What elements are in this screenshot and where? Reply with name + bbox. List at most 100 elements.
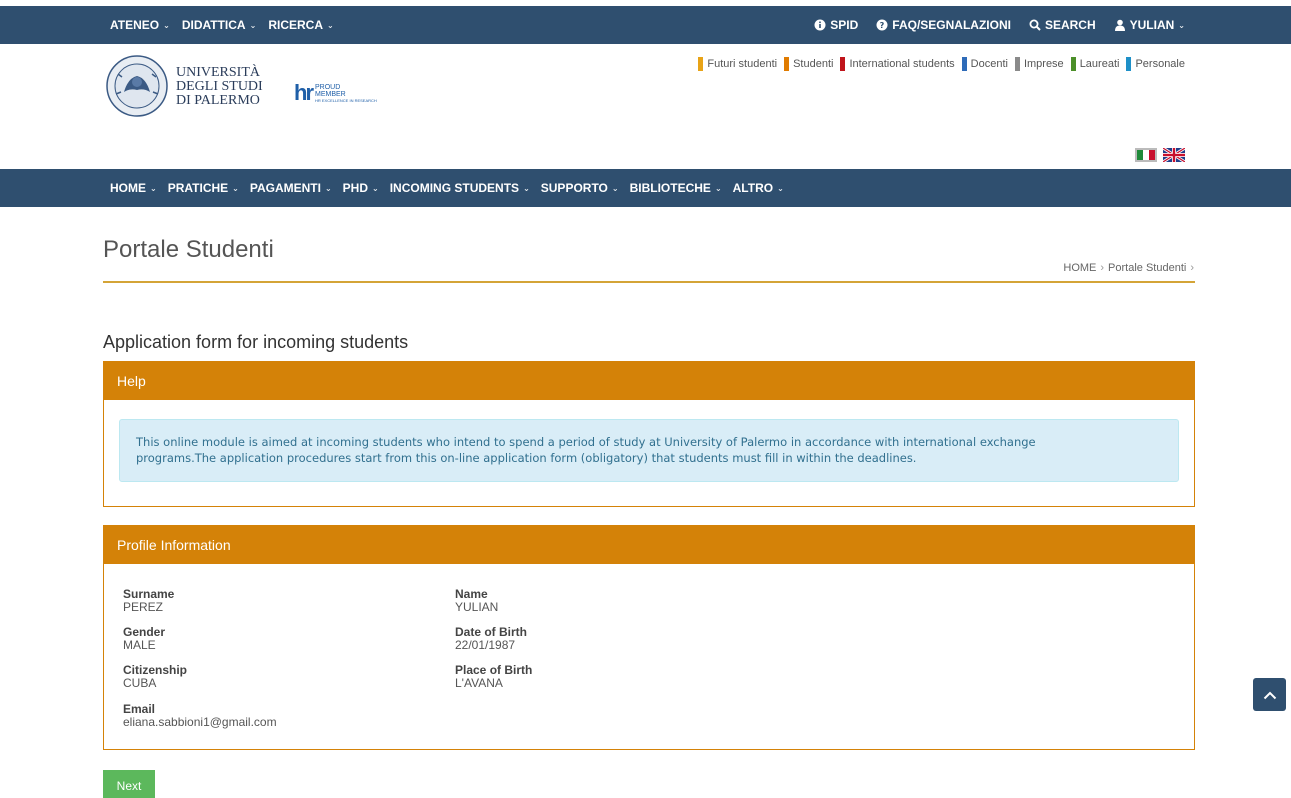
english-flag-icon[interactable] <box>1163 148 1185 162</box>
spid-link[interactable]: SPID <box>814 18 858 32</box>
nav-pagamenti-label: PAGAMENTI <box>249 181 321 195</box>
menu-ricerca[interactable]: RICERCA ⌄ <box>268 18 333 32</box>
audience-link-imprese[interactable]: Imprese <box>1014 57 1064 71</box>
university-name[interactable]: UNIVERSITÀ DEGLI STUDI DI PALERMO <box>176 66 263 108</box>
spid-label: SPID <box>830 18 859 32</box>
audience-label: Studenti <box>793 58 834 70</box>
audience-color-bar <box>1070 57 1076 71</box>
nav-incoming-students[interactable]: INCOMING STUDENTS ⌄ <box>390 181 530 195</box>
name-value: YULIAN <box>455 600 499 614</box>
citizenship-value: CUBA <box>123 676 157 690</box>
user-icon <box>1114 19 1125 31</box>
citizenship-field: Citizenship CUBA <box>123 664 187 690</box>
email-value: eliana.sabbioni1@gmail.com <box>123 715 277 729</box>
profile-panel: Profile Information Surname PEREZ Name Y… <box>103 525 1195 750</box>
chevron-down-icon: ⌄ <box>324 183 332 193</box>
audience-link-docenti[interactable]: Docenti <box>961 57 1008 71</box>
menu-didattica-label: DIDATTICA <box>181 18 246 32</box>
audience-label: Futuri studenti <box>707 58 778 70</box>
nav-phd[interactable]: PHD ⌄ <box>343 181 379 195</box>
faq-label: FAQ/SEGNALAZIONI <box>892 18 1011 32</box>
nav-altro-label: ALTRO <box>732 181 774 195</box>
italian-flag-icon[interactable] <box>1135 148 1157 162</box>
chevron-down-icon: ⌄ <box>777 183 784 193</box>
user-menu[interactable]: YULIAN ⌄ <box>1114 18 1185 32</box>
audience-color-bar <box>698 57 704 71</box>
audience-label: Personale <box>1135 58 1185 70</box>
nav-altro[interactable]: ALTRO ⌄ <box>733 181 784 195</box>
nav-incoming-students-label: INCOMING STUDENTS <box>389 181 520 195</box>
svg-text:?: ? <box>880 21 885 30</box>
main-navigation: HOME ⌄ PRATICHE ⌄ PAGAMENTI ⌄ PHD ⌄ INCOMING… <box>0 169 1291 207</box>
hr-logo-line1: PROUD <box>315 83 341 91</box>
nav-phd-label: PHD <box>342 181 369 195</box>
breadcrumb-current: Portale Studenti <box>1108 262 1187 274</box>
surname-field: Surname PEREZ <box>123 588 174 614</box>
nav-biblioteche[interactable]: BIBLIOTECHE ⌄ <box>630 181 722 195</box>
nav-pagamenti[interactable]: PAGAMENTI ⌄ <box>250 181 332 195</box>
nav-home[interactable]: HOME ⌄ <box>110 181 157 195</box>
language-switcher <box>1135 148 1185 162</box>
audience-link-personale[interactable]: Personale <box>1126 57 1185 71</box>
audience-color-bar <box>961 57 967 71</box>
chevron-down-icon: ⌄ <box>372 183 379 193</box>
chevron-down-icon: ⌄ <box>326 20 334 30</box>
audience-link-futuri-studenti[interactable]: Futuri studenti <box>698 57 777 71</box>
audience-label: International students <box>849 58 955 70</box>
audience-link-studenti[interactable]: Studenti <box>784 57 833 71</box>
chevron-down-icon: ⌄ <box>249 20 257 30</box>
info-circle-icon <box>814 19 826 31</box>
audience-color-bar <box>784 57 790 71</box>
scroll-to-top-button[interactable] <box>1253 678 1286 711</box>
help-text-line2: programs.The application procedures star… <box>136 451 917 465</box>
audience-color-bar <box>1014 57 1020 71</box>
nav-pratiche[interactable]: PRATICHE ⌄ <box>168 181 239 195</box>
menu-ateneo[interactable]: ATENEO ⌄ <box>110 18 170 32</box>
menu-ricerca-label: RICERCA <box>268 18 323 32</box>
surname-value: PEREZ <box>123 600 164 614</box>
gender-value: MALE <box>123 638 156 652</box>
university-name-line2: DEGLI STUDI <box>176 79 263 94</box>
next-button[interactable]: Next <box>103 770 155 798</box>
audience-label: Docenti <box>970 58 1008 70</box>
search-icon <box>1029 19 1041 31</box>
breadcrumb-separator-icon: › <box>1100 262 1105 274</box>
site-header: UNIVERSITÀ DEGLI STUDI DI PALERMO hr PRO… <box>0 44 1291 169</box>
nav-home-label: HOME <box>110 181 146 195</box>
top-menu: ATENEO ⌄ DIDATTICA ⌄ RICERCA ⌄ <box>110 6 334 44</box>
name-field: Name YULIAN <box>455 588 498 614</box>
search-label: SEARCH <box>1044 18 1096 32</box>
hr-logo-subtitle: HR EXCELLENCE IN RESEARCH <box>315 97 377 103</box>
date-of-birth-field: Date of Birth 22/01/1987 <box>455 626 527 652</box>
hr-excellence-logo[interactable]: hr PROUD MEMBER HR EXCELLENCE IN RESEARC… <box>294 82 377 104</box>
help-info-alert: This online module is aimed at incoming … <box>119 419 1179 482</box>
chevron-up-icon <box>1263 691 1276 699</box>
audience-color-bar <box>1126 57 1132 71</box>
gender-field: Gender MALE <box>123 626 165 652</box>
menu-didattica[interactable]: DIDATTICA ⌄ <box>182 18 256 32</box>
search-link[interactable]: SEARCH <box>1029 18 1096 32</box>
email-field: Email eliana.sabbioni1@gmail.com <box>123 703 277 729</box>
help-text-line1: This online module is aimed at incoming … <box>136 435 1036 449</box>
university-seal-logo[interactable] <box>104 54 170 118</box>
date-of-birth-value: 22/01/1987 <box>455 638 516 652</box>
audience-link-laureati[interactable]: Laureati <box>1070 57 1119 71</box>
menu-ateneo-label: ATENEO <box>110 18 160 32</box>
nav-biblioteche-label: BIBLIOTECHE <box>629 181 711 195</box>
breadcrumb-home[interactable]: HOME <box>1063 262 1096 274</box>
chevron-down-icon: ⌄ <box>163 20 170 30</box>
question-circle-icon: ? <box>876 19 888 31</box>
breadcrumb: HOME › Portale Studenti › <box>1063 262 1194 274</box>
form-title: Application form for incoming students <box>103 332 409 352</box>
place-of-birth-field: Place of Birth L'AVANA <box>455 664 532 690</box>
audience-color-bar <box>840 57 846 71</box>
faq-link[interactable]: ? FAQ/SEGNALAZIONI <box>876 18 1011 32</box>
nav-supporto-label: SUPPORTO <box>540 181 608 195</box>
nav-pratiche-label: PRATICHE <box>167 181 229 195</box>
nav-supporto[interactable]: SUPPORTO ⌄ <box>541 181 619 195</box>
top-utility-menu: SPID ? FAQ/SEGNALAZIONI SEARCH YULIAN ⌄ <box>814 6 1185 44</box>
breadcrumb-separator-icon: › <box>1190 262 1194 274</box>
audience-link-international-students[interactable]: International students <box>840 57 955 71</box>
university-name-line3: DI PALERMO <box>176 93 260 108</box>
chevron-down-icon: ⌄ <box>1178 20 1185 30</box>
